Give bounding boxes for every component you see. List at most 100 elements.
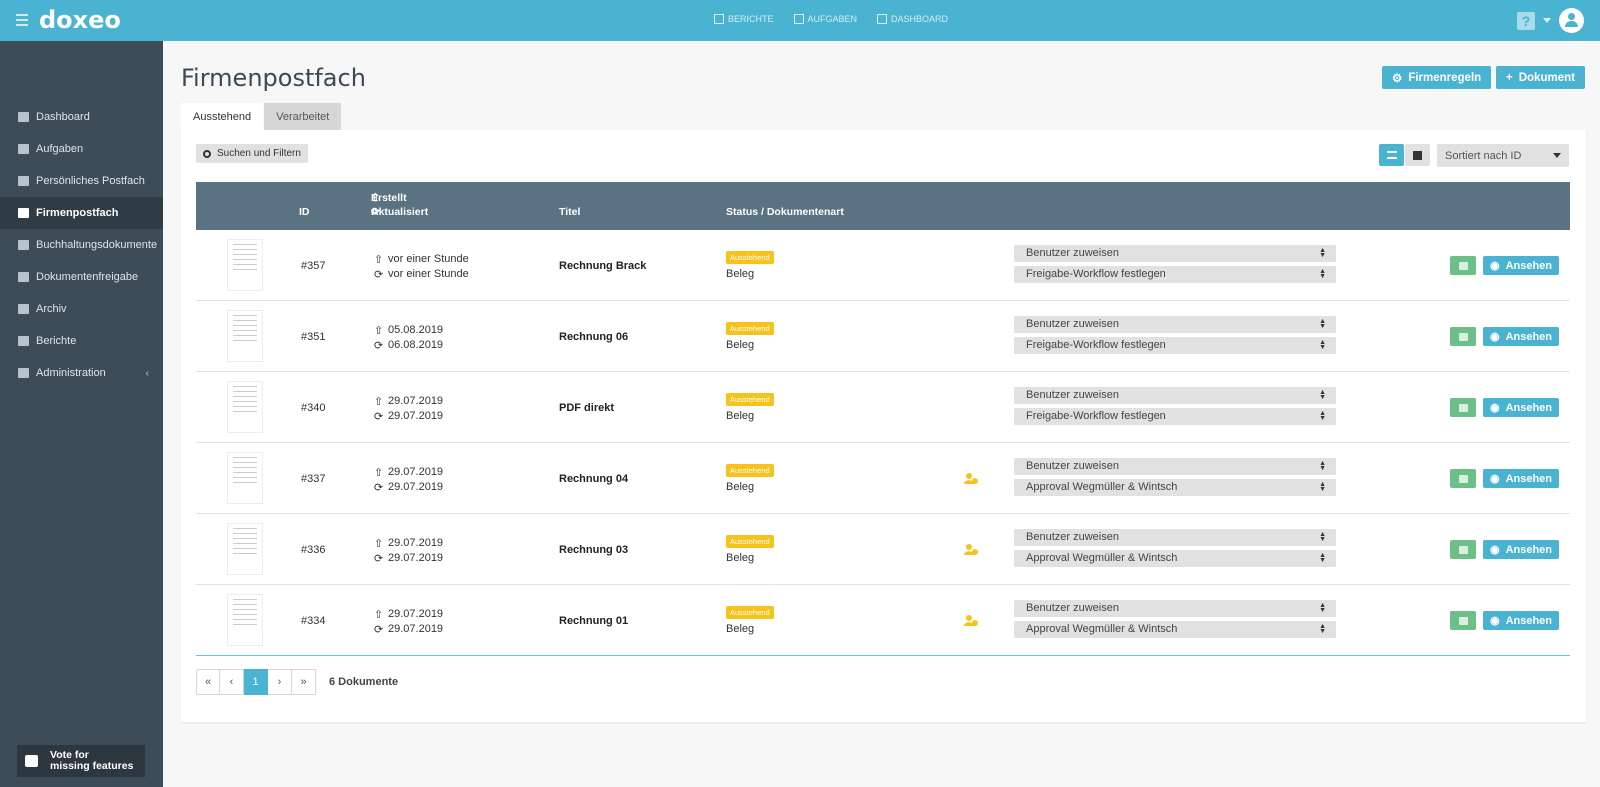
assign-user-label: Benutzer zuweisen (1026, 318, 1119, 330)
logo[interactable]: doxeo (39, 6, 121, 34)
row-dates: ⇧ 29.07.2019 ⟳ 29.07.2019 (374, 536, 443, 565)
topnav-berichte[interactable]: BERICHTE (714, 14, 774, 24)
topnav-dashboard[interactable]: DASHBOARD (877, 14, 948, 24)
assign-user-label: Benutzer zuweisen (1026, 460, 1119, 472)
topnav-aufgaben[interactable]: AUFGABEN (793, 14, 857, 24)
page-prev-button[interactable]: ‹ (220, 669, 244, 695)
row-title[interactable]: Rechnung 06 (559, 331, 628, 343)
row-document-type: Beleg (726, 410, 755, 422)
view-button[interactable]: ◉ Ansehen (1483, 256, 1559, 275)
workflow-label: Freigabe-Workflow festlegen (1026, 268, 1166, 280)
sidebar-item-berichte[interactable]: Berichte (0, 325, 163, 357)
row-document-type: Beleg (726, 481, 755, 493)
view-label: Ansehen (1505, 401, 1553, 414)
add-document-button[interactable]: + Dokument (1496, 66, 1585, 89)
workflow-select[interactable]: Approval Wegmüller & Wintsch ▲ ▼ (1014, 621, 1336, 638)
row-dates: ⇧ vor einer Stunde ⟳ vor einer Stunde (374, 252, 469, 281)
header-created-label: Erstellt (371, 192, 407, 204)
sidebar-item-firmenpostfach[interactable]: Firmenpostfach (0, 197, 163, 229)
row-title[interactable]: PDF direkt (559, 402, 614, 414)
workflow-select[interactable]: Approval Wegmüller & Wintsch ▲ ▼ (1014, 479, 1336, 496)
archive-icon (1458, 545, 1468, 554)
status-badge: Ausstehend (726, 535, 774, 548)
header-id[interactable]: ID (299, 206, 310, 218)
document-thumbnail[interactable] (227, 239, 263, 291)
row-title[interactable]: Rechnung 04 (559, 473, 628, 485)
assign-user-select[interactable]: Benutzer zuweisen ▲ ▼ (1014, 316, 1336, 333)
row-title[interactable]: Rechnung Brack (559, 260, 646, 272)
inbox-icon (18, 176, 29, 186)
sidebar-item-administration[interactable]: Administration ‹ (0, 357, 163, 389)
vote-label: Vote for missing features (50, 750, 133, 772)
upload-icon: ⇧ (374, 467, 384, 479)
archive-button[interactable] (1450, 327, 1476, 346)
page-last-button[interactable]: » (292, 669, 316, 695)
sidebar-item-aufgaben[interactable]: Aufgaben (0, 133, 163, 165)
sort-select[interactable]: Sortiert nach ID (1437, 144, 1569, 167)
vote-features-button[interactable]: Vote for missing features (17, 745, 145, 777)
row-updated: 06.08.2019 (388, 338, 444, 351)
sidebar-item-dokumentenfreigabe[interactable]: Dokumentenfreigabe (0, 261, 163, 293)
view-button[interactable]: ◉ Ansehen (1483, 611, 1559, 630)
document-thumbnail[interactable] (227, 523, 263, 575)
updown-icon: ▲ ▼ (1319, 623, 1326, 635)
sidebar-item-label: Persönliches Postfach (36, 175, 145, 187)
table-row: #351 ⇧ 05.08.2019 ⟳ 06.08.2019 Rechnung 06 Aus… (196, 301, 1570, 372)
list-view-button[interactable] (1379, 144, 1404, 166)
header-status[interactable]: Status / Dokumentenart (726, 206, 844, 218)
search-filter-button[interactable]: Suchen und Filtern (196, 144, 308, 163)
row-dates: ⇧ 29.07.2019 ⟳ 29.07.2019 (374, 465, 443, 494)
assign-user-select[interactable]: Benutzer zuweisen ▲ ▼ (1014, 600, 1336, 617)
row-title[interactable]: Rechnung 03 (559, 544, 628, 556)
workflow-select[interactable]: Freigabe-Workflow festlegen ▲ ▼ (1014, 266, 1336, 283)
updown-icon: ▲ ▼ (1319, 602, 1326, 614)
assign-user-select[interactable]: Benutzer zuweisen ▲ ▼ (1014, 245, 1336, 262)
tab-ausstehend[interactable]: Ausstehend (181, 103, 264, 130)
tab-verarbeitet[interactable]: Verarbeitet (264, 103, 342, 130)
view-label: Ansehen (1505, 259, 1553, 272)
user-avatar-icon[interactable] (1559, 8, 1584, 33)
document-thumbnail[interactable] (227, 310, 263, 362)
page-current-button[interactable]: 1 (244, 669, 268, 695)
workflow-select[interactable]: Freigabe-Workflow festlegen ▲ ▼ (1014, 408, 1336, 425)
assign-user-select[interactable]: Benutzer zuweisen ▲ ▼ (1014, 458, 1336, 475)
page-first-button[interactable]: « (196, 669, 220, 695)
chevron-down-icon[interactable] (1543, 18, 1551, 23)
view-button[interactable]: ◉ Ansehen (1483, 327, 1559, 346)
document-thumbnail[interactable] (227, 594, 263, 646)
topnav-label: BERICHTE (728, 14, 774, 24)
updown-icon: ▲ ▼ (1319, 460, 1326, 472)
archive-button[interactable] (1450, 398, 1476, 417)
search-filter-label: Suchen und Filtern (217, 148, 301, 159)
workflow-select[interactable]: Freigabe-Workflow festlegen ▲ ▼ (1014, 337, 1336, 354)
grid-view-button[interactable] (1405, 144, 1430, 166)
header-title[interactable]: Titel (559, 206, 580, 218)
sidebar-item-dashboard[interactable]: Dashboard (0, 101, 163, 133)
archive-button[interactable] (1450, 611, 1476, 630)
row-id: #357 (301, 260, 326, 272)
document-thumbnail[interactable] (227, 452, 263, 504)
workflow-select[interactable]: Approval Wegmüller & Wintsch ▲ ▼ (1014, 550, 1336, 567)
upload-icon: ⇧ (374, 254, 384, 266)
document-thumbnail[interactable] (227, 381, 263, 433)
row-title[interactable]: Rechnung 01 (559, 615, 628, 627)
archive-button[interactable] (1450, 256, 1476, 275)
firmenregeln-button[interactable]: ⚙ Firmenregeln (1382, 66, 1492, 89)
assign-user-select[interactable]: Benutzer zuweisen ▲ ▼ (1014, 529, 1336, 546)
assign-user-select[interactable]: Benutzer zuweisen ▲ ▼ (1014, 387, 1336, 404)
view-button[interactable]: ◉ Ansehen (1483, 398, 1559, 417)
eye-icon: ◉ (1489, 260, 1500, 272)
archive-button[interactable] (1450, 540, 1476, 559)
view-button[interactable]: ◉ Ansehen (1483, 540, 1559, 559)
upload-icon: ⇧ (374, 609, 384, 621)
hamburger-menu-icon[interactable] (16, 14, 28, 26)
sidebar-item-archiv[interactable]: Archiv (0, 293, 163, 325)
archive-button[interactable] (1450, 469, 1476, 488)
assign-user-label: Benutzer zuweisen (1026, 247, 1119, 259)
page-next-button[interactable]: › (268, 669, 292, 695)
row-document-type: Beleg (726, 552, 755, 564)
help-icon[interactable]: ? (1517, 11, 1535, 30)
sidebar-item-persoenliches-postfach[interactable]: Persönliches Postfach (0, 165, 163, 197)
sidebar-item-buchhaltungsdokumente[interactable]: Buchhaltungsdokumente (0, 229, 163, 261)
view-button[interactable]: ◉ Ansehen (1483, 469, 1559, 488)
